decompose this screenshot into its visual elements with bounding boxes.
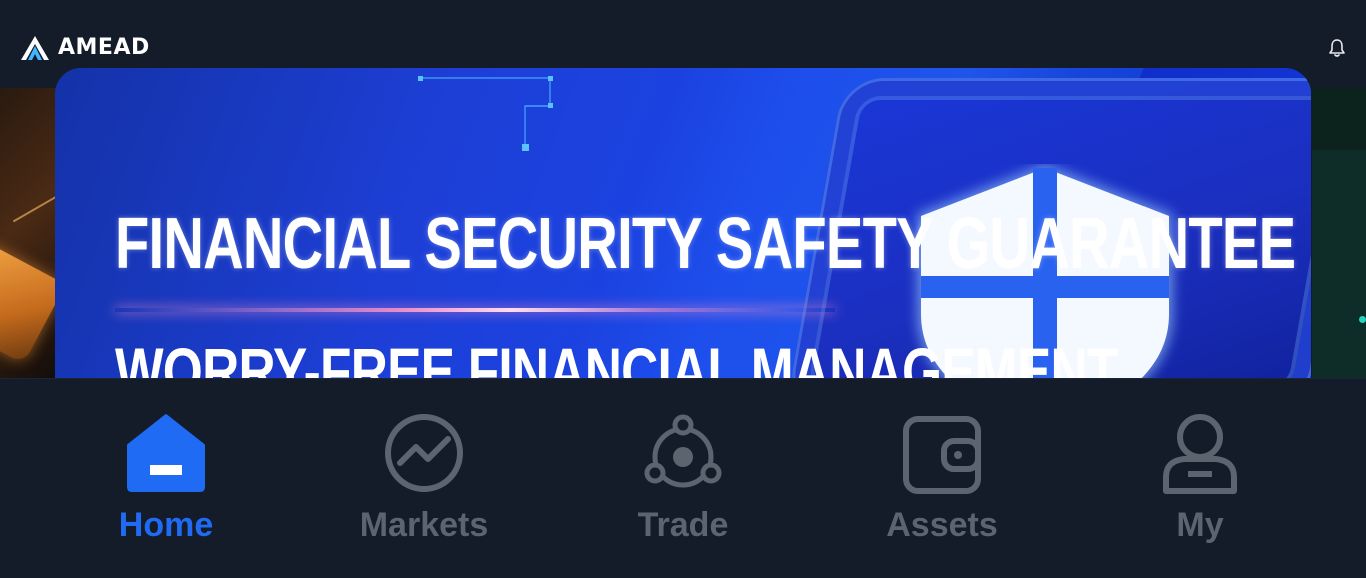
banner-carousel[interactable]: FINANCIAL SECURITY SAFETY GUARANTEE WORR… (0, 68, 1366, 378)
tab-home-label: Home (118, 506, 214, 544)
tab-home[interactable]: Home (66, 411, 266, 551)
tab-trade-label: Trade (637, 506, 729, 544)
amead-logo-icon (21, 36, 49, 60)
bell-icon (1329, 39, 1345, 57)
top-header: AMEAD (0, 0, 1366, 68)
tab-markets[interactable]: Markets (324, 411, 524, 551)
decorative-dot (1359, 316, 1366, 323)
app-screen: AMEAD FINANCIAL SECURITY SAFETY GUARANTE… (0, 0, 1366, 578)
tab-assets[interactable]: Assets (842, 411, 1042, 551)
lens-flare-graphic (115, 308, 835, 312)
banner-subline: WORRY-FREE FINANCIAL MANAGEMENT (115, 334, 1118, 378)
wallet-icon (903, 416, 981, 494)
tab-my-label: My (1176, 506, 1224, 544)
bottom-tab-bar: Home Markets Trade Assets My (0, 378, 1366, 578)
brand-logo[interactable]: AMEAD (20, 34, 150, 62)
tab-markets-label: Markets (359, 506, 489, 544)
chart-line-icon (385, 414, 463, 492)
gold-bar-graphic (0, 242, 56, 364)
trade-hub-icon (644, 414, 722, 488)
tab-my[interactable]: My (1100, 411, 1300, 551)
user-icon (1163, 414, 1237, 494)
tab-trade[interactable]: Trade (583, 411, 783, 551)
banner-slide-next[interactable] (1312, 88, 1366, 378)
banner-headline: FINANCIAL SECURITY SAFETY GUARANTEE (115, 204, 1296, 284)
notification-button[interactable] (1328, 38, 1346, 58)
tab-assets-label: Assets (886, 506, 998, 544)
decorative-band (1312, 88, 1366, 150)
banner-slide-previous[interactable] (0, 88, 56, 378)
decorative-glow (12, 195, 56, 223)
banner-slide-current[interactable]: FINANCIAL SECURITY SAFETY GUARANTEE WORR… (55, 68, 1311, 378)
brand-name: AMEAD (58, 35, 150, 60)
home-icon (127, 414, 205, 492)
